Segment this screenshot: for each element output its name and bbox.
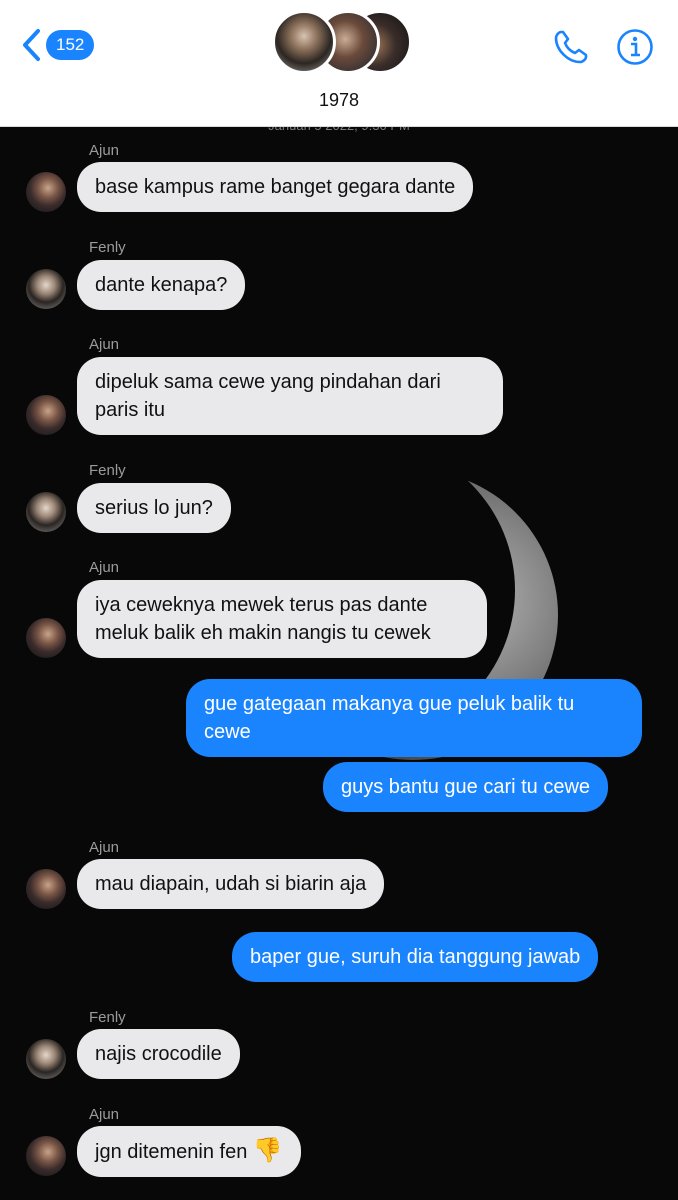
avatar xyxy=(26,172,66,212)
message-bubble[interactable]: dipeluk sama cewe yang pindahan dari par… xyxy=(77,357,503,435)
avatar xyxy=(272,10,336,74)
thumbs-down-icon: 👎 xyxy=(252,1137,283,1164)
message-bubble[interactable]: mau diapain, udah si biarin aja xyxy=(77,859,385,909)
message-text: paris itu xyxy=(95,399,166,421)
unread-count-badge: 152 xyxy=(46,30,95,60)
message-text: cewe xyxy=(204,721,251,743)
sender-name: Fenly xyxy=(89,462,126,479)
avatar xyxy=(26,1039,66,1079)
avatar xyxy=(26,869,66,909)
message-text: najis crocodile xyxy=(95,1043,222,1065)
message-bubble[interactable]: base kampus rame banget gegara dante xyxy=(77,162,474,212)
avatar xyxy=(26,395,66,435)
avatar xyxy=(26,618,66,658)
sender-name: Ajun xyxy=(89,336,120,353)
group-title[interactable]: 1978 xyxy=(0,90,678,111)
message-bubble[interactable]: dante kenapa? xyxy=(77,260,246,310)
message-bubble[interactable]: najis crocodile xyxy=(77,1029,240,1079)
sender-name: Fenly xyxy=(89,239,126,256)
message-text: baper gue, suruh dia tanggung jawab xyxy=(250,946,581,968)
sender-name: Ajun xyxy=(89,559,120,576)
message-bubble[interactable]: guys bantu gue cari tu cewe xyxy=(323,762,609,812)
message-text: meluk balik eh makin nangis tu cewek xyxy=(95,622,431,644)
chevron-left-icon xyxy=(23,29,40,61)
sender-name: Ajun xyxy=(89,839,120,856)
avatar xyxy=(26,1136,66,1176)
info-icon[interactable] xyxy=(616,28,654,71)
back-button[interactable]: 152 xyxy=(20,28,95,62)
sender-name: Ajun xyxy=(89,142,120,159)
message-bubble[interactable]: iya ceweknya mewek terus pas dante meluk… xyxy=(77,580,487,658)
group-avatar-stack[interactable] xyxy=(272,10,412,78)
phone-icon[interactable] xyxy=(552,28,590,71)
sender-name: Ajun xyxy=(89,1106,120,1123)
message-text: jgn ditemenin fen xyxy=(95,1141,248,1163)
message-bubble[interactable]: gue gategaan makanya gue peluk balik tu … xyxy=(186,679,642,757)
message-bubble[interactable]: jgn ditemenin fen 👎 xyxy=(77,1126,301,1177)
message-text: serius lo jun? xyxy=(95,497,213,519)
message-bubble[interactable]: serius lo jun? xyxy=(77,483,231,533)
message-text: gue gategaan makanya gue peluk balik tu xyxy=(204,693,575,715)
avatar xyxy=(26,269,66,309)
avatar xyxy=(26,492,66,532)
message-text: dipeluk sama cewe yang pindahan dari xyxy=(95,371,441,393)
message-thread: Ajun base kampus rame banget gegara dant… xyxy=(0,0,678,1200)
sender-name: Fenly xyxy=(89,1009,126,1026)
message-text: mau diapain, udah si biarin aja xyxy=(95,873,367,895)
message-text: guys bantu gue cari tu cewe xyxy=(341,776,591,798)
message-text: dante kenapa? xyxy=(95,274,228,296)
message-text: base kampus rame banget gegara dante xyxy=(95,176,456,198)
chat-header: 152 1978 xyxy=(0,0,678,127)
message-text: iya ceweknya mewek terus pas dante xyxy=(95,594,428,616)
message-bubble[interactable]: baper gue, suruh dia tanggung jawab xyxy=(232,932,599,982)
